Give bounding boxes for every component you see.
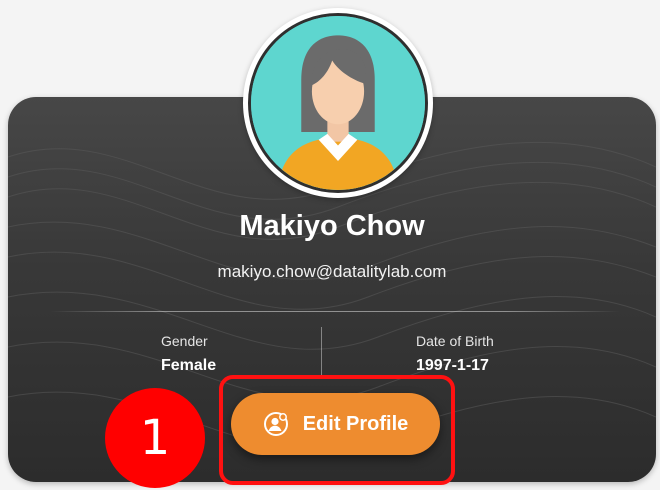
profile-email: makiyo.chow@datalitylab.com — [217, 262, 447, 281]
profile-name: Makiyo Chow — [239, 210, 425, 242]
dob-label: Date of Birth — [416, 333, 494, 349]
divider-vertical — [321, 327, 322, 375]
divider-horizontal — [50, 311, 620, 312]
female-avatar-icon — [251, 16, 425, 190]
avatar — [248, 13, 428, 193]
highlight-box — [219, 375, 455, 485]
dob-value: 1997-1-17 — [416, 357, 489, 374]
gender-value: Female — [161, 357, 217, 374]
step-badge: 1 — [105, 388, 205, 488]
gender-label: Gender — [161, 333, 208, 349]
